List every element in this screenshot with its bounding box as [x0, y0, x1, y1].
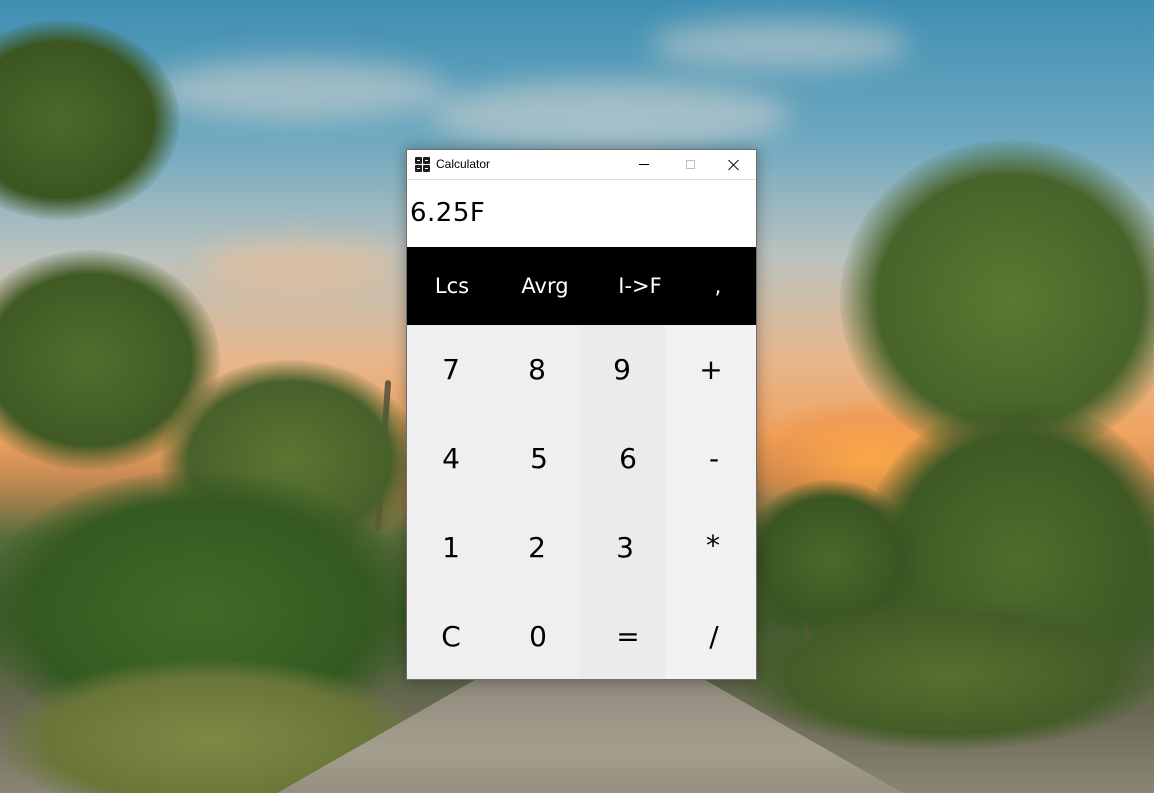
close-icon: [728, 159, 740, 171]
lcs-button[interactable]: Lcs: [407, 247, 497, 325]
minimize-icon: [639, 164, 649, 165]
key-5[interactable]: 5: [496, 414, 582, 502]
desktop-wallpaper: Calculator 6.25F Lcs Avrg I->F , 7 8 9 +…: [0, 0, 1154, 793]
close-button[interactable]: [711, 150, 757, 179]
key-divide[interactable]: /: [671, 592, 757, 680]
key-plus[interactable]: +: [668, 325, 754, 413]
display-value: 6.25F: [410, 198, 486, 228]
window-title: Calculator: [436, 157, 491, 171]
key-minus[interactable]: -: [671, 414, 757, 502]
cloud: [430, 80, 790, 150]
key-equals[interactable]: =: [585, 592, 671, 680]
maximize-icon: [685, 160, 695, 169]
key-4[interactable]: 4: [408, 414, 494, 502]
average-button[interactable]: Avrg: [499, 247, 591, 325]
key-6[interactable]: 6: [585, 414, 671, 502]
key-7[interactable]: 7: [408, 325, 494, 413]
int-to-float-button[interactable]: I->F: [593, 247, 687, 325]
bushes: [740, 600, 1154, 750]
key-1[interactable]: 1: [408, 503, 494, 591]
cloud: [650, 20, 910, 70]
keypad: 7 8 9 + 4 5 6 - 1 2 3 * C 0 = /: [407, 325, 756, 679]
key-multiply[interactable]: *: [670, 501, 756, 589]
key-8[interactable]: 8: [494, 325, 580, 413]
key-2[interactable]: 2: [494, 503, 580, 591]
calculator-app-icon: [415, 157, 430, 172]
palm-fronds: [0, 20, 180, 220]
minimize-button[interactable]: [621, 150, 667, 179]
key-0[interactable]: 0: [495, 592, 581, 680]
key-clear[interactable]: C: [408, 592, 494, 680]
calculator-window: Calculator 6.25F Lcs Avrg I->F , 7 8 9 +…: [406, 149, 757, 680]
cloud: [200, 240, 400, 290]
maximize-button[interactable]: [667, 150, 713, 179]
key-3[interactable]: 3: [582, 503, 668, 591]
title-bar[interactable]: Calculator: [407, 150, 756, 180]
function-row: Lcs Avrg I->F ,: [407, 247, 756, 325]
result-display: 6.25F: [407, 180, 756, 247]
cloud: [150, 60, 450, 120]
key-9[interactable]: 9: [579, 325, 665, 413]
comma-button[interactable]: ,: [679, 247, 757, 325]
